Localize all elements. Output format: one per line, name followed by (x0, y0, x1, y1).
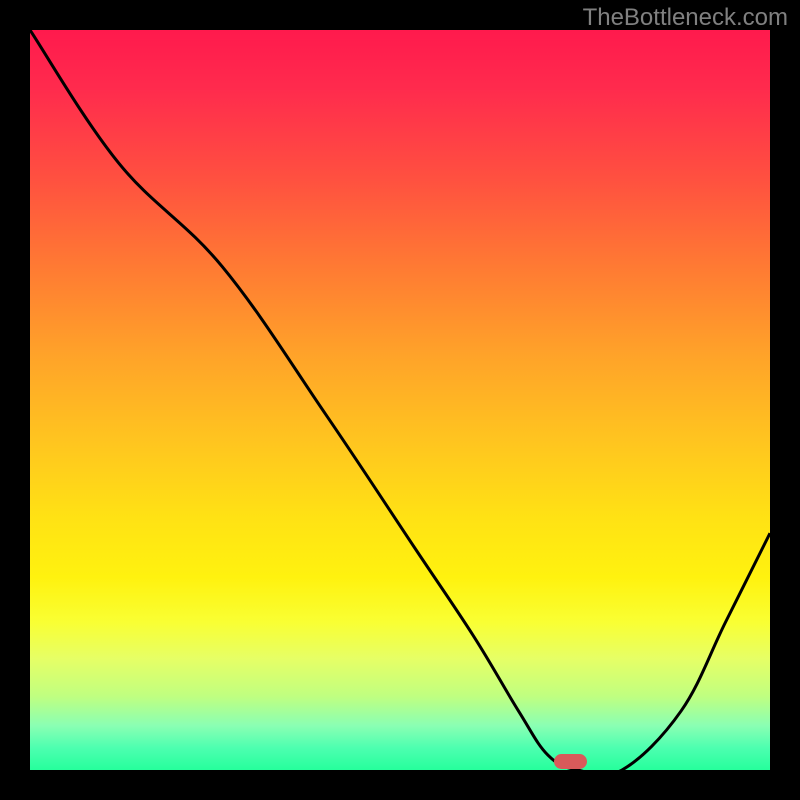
optimal-marker (554, 754, 587, 769)
watermark-text: TheBottleneck.com (583, 4, 788, 32)
chart-plot-area (30, 30, 770, 770)
curve-path (30, 30, 770, 770)
bottleneck-curve (30, 30, 770, 770)
